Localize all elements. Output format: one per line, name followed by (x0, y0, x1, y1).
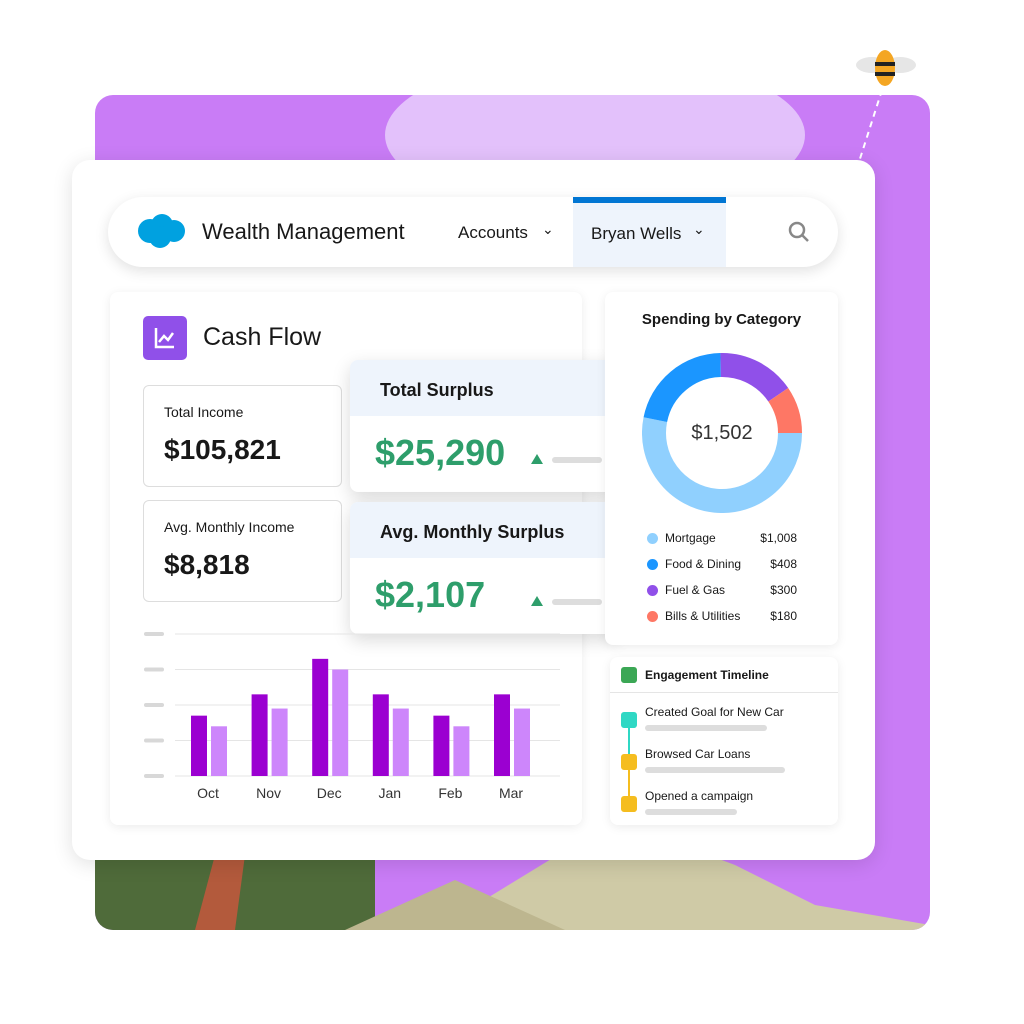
bar-mar-1 (494, 694, 510, 776)
timeline-item-icon (621, 796, 637, 812)
kpi-value: $8,818 (164, 549, 250, 580)
legend-label: Food & Dining (665, 557, 742, 571)
legend-value: $1,008 (760, 531, 797, 545)
cash-flow-title: Cash Flow (203, 323, 322, 351)
kpi-value: $25,290 (375, 432, 506, 473)
tab-label: Accounts (458, 223, 528, 242)
legend-value: $300 (770, 583, 797, 597)
spending-title: Spending by Category (641, 311, 802, 328)
placeholder-bar (552, 599, 602, 605)
legend-label: Fuel & Gas (665, 583, 726, 597)
chart-line-icon (143, 316, 187, 360)
legend-swatch (647, 559, 658, 570)
bar-oct-2 (211, 726, 227, 776)
placeholder-bar (552, 457, 602, 463)
avg-monthly-surplus-card: Avg. Monthly Surplus $2,107 (350, 502, 618, 634)
chevron-down-icon: ⌄ (693, 221, 705, 237)
bar-feb-2 (453, 726, 470, 776)
avg-monthly-income-card: Avg. Monthly Income $8,818 (143, 500, 342, 602)
divider (610, 692, 838, 693)
bar-mar-2 (514, 708, 530, 776)
x-tick-label: Mar (499, 785, 523, 801)
y-tick-placeholder (144, 703, 164, 707)
y-tick-placeholder (144, 632, 164, 636)
legend-label: Mortgage (665, 531, 716, 545)
y-tick-placeholder (144, 667, 164, 672)
donut-slice-food-dining (643, 353, 722, 423)
bee-mascot-icon (856, 50, 916, 166)
bar-oct-1 (191, 715, 207, 776)
legend-swatch (647, 533, 658, 544)
salesforce-cloud-logo (138, 214, 185, 248)
bar-feb-1 (433, 715, 450, 776)
legend-swatch (647, 585, 658, 596)
y-tick-placeholder (144, 774, 164, 778)
total-surplus-card: Total Surplus $25,290 (350, 360, 618, 492)
chevron-down-icon: ⌄ (542, 221, 554, 237)
kpi-value: $2,107 (375, 574, 486, 615)
bar-jan-1 (372, 694, 389, 776)
legend-swatch (647, 611, 658, 622)
x-tick-label: Oct (197, 785, 219, 801)
legend-value: $408 (770, 557, 797, 571)
spending-total: $1,502 (691, 422, 753, 444)
trend-up-icon (531, 596, 543, 606)
bar-nov-2 (271, 708, 288, 776)
top-navigation: Wealth Management Accounts ⌄ Bryan Wells… (108, 197, 838, 267)
timeline-icon (621, 667, 637, 683)
bar-dec-2 (332, 669, 349, 776)
placeholder-bar (645, 725, 767, 731)
kpi-label: Total Income (164, 404, 244, 420)
bar-dec-1 (312, 658, 329, 776)
cash-flow-bar-chart: Oct Nov Dec Jan Feb Mar (144, 632, 560, 801)
y-tick-placeholder (144, 738, 164, 743)
timeline-title: Engagement Timeline (645, 668, 769, 682)
placeholder-bar (645, 767, 785, 773)
app-title: Wealth Management (202, 219, 405, 244)
search-icon[interactable] (788, 221, 810, 243)
timeline-item[interactable]: Opened a campaign (645, 789, 753, 803)
tab-label: Bryan Wells (591, 224, 682, 243)
kpi-label: Total Surplus (350, 360, 618, 416)
kpi-label: Avg. Monthly Surplus (350, 502, 618, 558)
tab-accounts[interactable]: Accounts ⌄ (458, 197, 570, 267)
kpi-value: $105,821 (164, 434, 281, 465)
total-income-card: Total Income $105,821 (143, 385, 342, 487)
placeholder-bar (645, 809, 737, 815)
kpi-label: Avg. Monthly Income (164, 519, 295, 535)
x-tick-label: Jan (379, 785, 402, 801)
trend-up-icon (531, 454, 543, 464)
timeline-item[interactable]: Created Goal for New Car (645, 705, 784, 719)
timeline-item[interactable]: Browsed Car Loans (645, 747, 750, 761)
donut-slice-fuel-gas (720, 353, 789, 402)
x-tick-label: Dec (317, 785, 342, 801)
bar-jan-2 (392, 708, 409, 776)
legend-value: $180 (770, 609, 797, 623)
x-tick-label: Nov (256, 785, 281, 801)
legend-label: Bills & Utilities (665, 609, 741, 623)
timeline-item-icon (621, 712, 637, 728)
timeline-item-icon (621, 754, 637, 770)
bar-nov-1 (251, 694, 268, 776)
tab-bryan-wells[interactable]: Bryan Wells ⌄ (573, 197, 726, 267)
x-tick-label: Feb (438, 785, 462, 801)
